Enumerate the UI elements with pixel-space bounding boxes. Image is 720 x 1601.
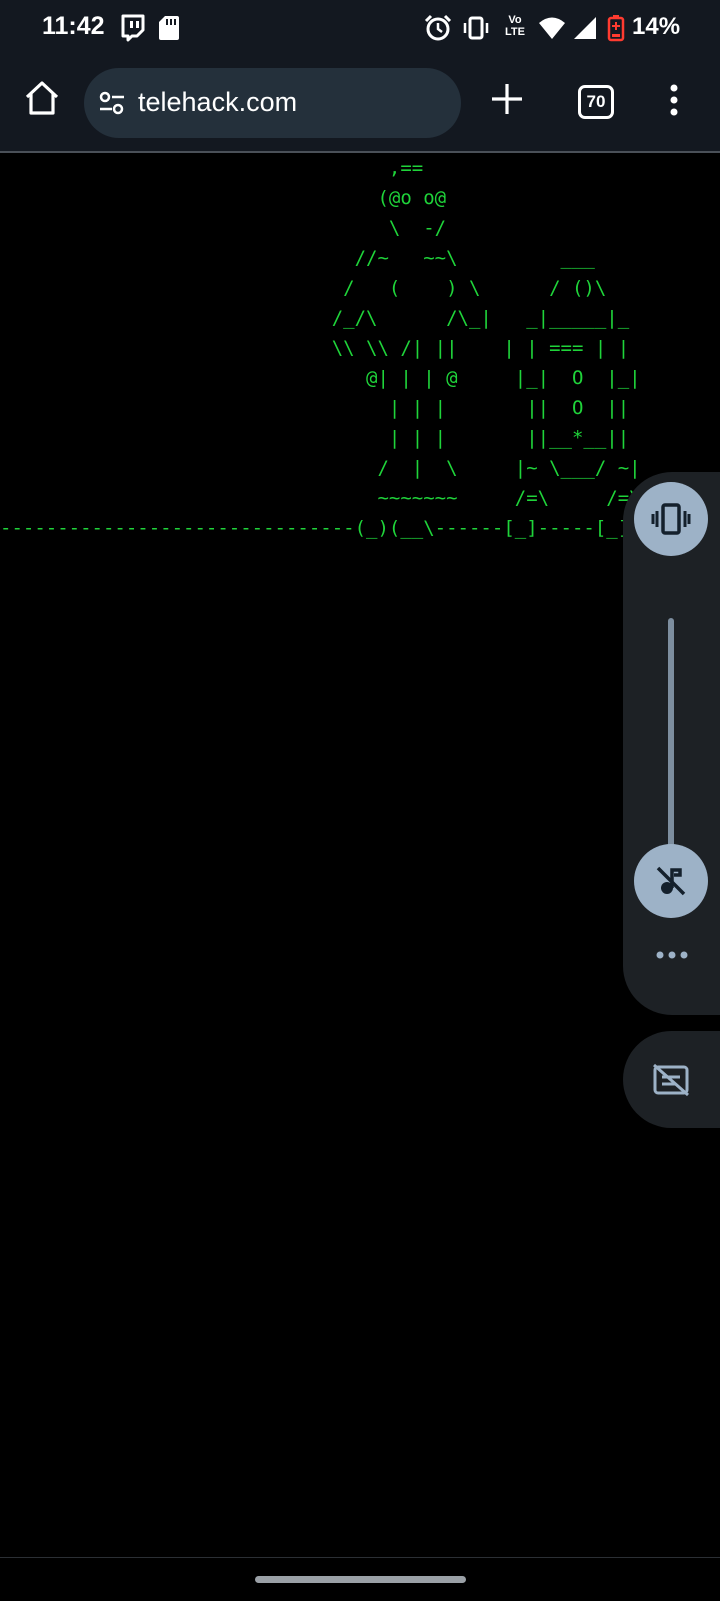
more-vert-icon[interactable] bbox=[664, 82, 684, 118]
battery-low-icon bbox=[607, 15, 625, 42]
volte-line2: LTE bbox=[505, 26, 525, 38]
ascii-line: | | | ||__*__|| bbox=[0, 427, 630, 449]
ascii-line: /_/\ /\_| _|_____|_ bbox=[0, 307, 630, 329]
status-bar: 11:42 Vo LTE 14% bbox=[0, 0, 720, 56]
vibrate-icon bbox=[651, 503, 691, 535]
terminal-screen[interactable]: ,== (@o o@ \ -/ //~ ~~\ ___ / ( ) \ / ()… bbox=[0, 153, 720, 1555]
alarm-icon bbox=[424, 14, 452, 41]
signal-icon bbox=[574, 17, 596, 39]
ascii-line: \\ \\ /| || | | === | | bbox=[0, 337, 630, 359]
volte-line1: Vo bbox=[508, 14, 522, 26]
volume-panel bbox=[623, 472, 720, 1015]
volte-icon: Vo LTE bbox=[502, 14, 528, 42]
ringer-mode-button[interactable] bbox=[634, 482, 708, 556]
more-horiz-icon[interactable] bbox=[655, 950, 689, 960]
plus-icon[interactable] bbox=[488, 80, 526, 118]
wifi-icon bbox=[539, 17, 565, 39]
ascii-line: //~ ~~\ ___ bbox=[0, 247, 595, 269]
address-bar[interactable]: telehack.com bbox=[84, 68, 461, 138]
ascii-line: (@o o@ bbox=[0, 187, 447, 209]
url-text[interactable]: telehack.com bbox=[138, 87, 297, 118]
tab-switcher-button[interactable]: 70 bbox=[578, 85, 614, 119]
ascii-line: / | \ |~ \___/ ~| bbox=[0, 457, 641, 479]
ascii-line: / ( ) \ / ()\ bbox=[0, 277, 607, 299]
ascii-line: ,== bbox=[0, 157, 424, 179]
twitch-icon bbox=[121, 14, 145, 42]
sd-card-icon bbox=[159, 16, 179, 40]
ascii-art: ,== (@o o@ \ -/ //~ ~~\ ___ / ( ) \ / ()… bbox=[0, 153, 686, 543]
ascii-line: @| | | @ |_| O |_| bbox=[0, 367, 641, 389]
home-icon[interactable] bbox=[22, 78, 62, 118]
ascii-line: \ -/ bbox=[0, 217, 447, 239]
navigation-bar bbox=[0, 1557, 720, 1601]
gesture-handle[interactable] bbox=[255, 1576, 466, 1583]
vibrate-icon bbox=[463, 16, 489, 40]
captions-off-icon bbox=[653, 1063, 689, 1097]
battery-percent: 14% bbox=[632, 13, 681, 40]
music-off-icon bbox=[656, 866, 686, 896]
status-time: 11:42 bbox=[42, 12, 105, 40]
volume-mute-button[interactable] bbox=[634, 844, 708, 918]
ascii-line: | | | || O || bbox=[0, 397, 630, 419]
ascii-line: -------------------------------(_)(__\--… bbox=[0, 517, 687, 539]
site-settings-icon[interactable] bbox=[98, 90, 126, 116]
browser-toolbar: telehack.com 70 bbox=[0, 56, 720, 153]
live-caption-button[interactable] bbox=[623, 1031, 720, 1128]
ascii-line: ~~~~~~~ /=\ /=\ bbox=[0, 487, 641, 509]
